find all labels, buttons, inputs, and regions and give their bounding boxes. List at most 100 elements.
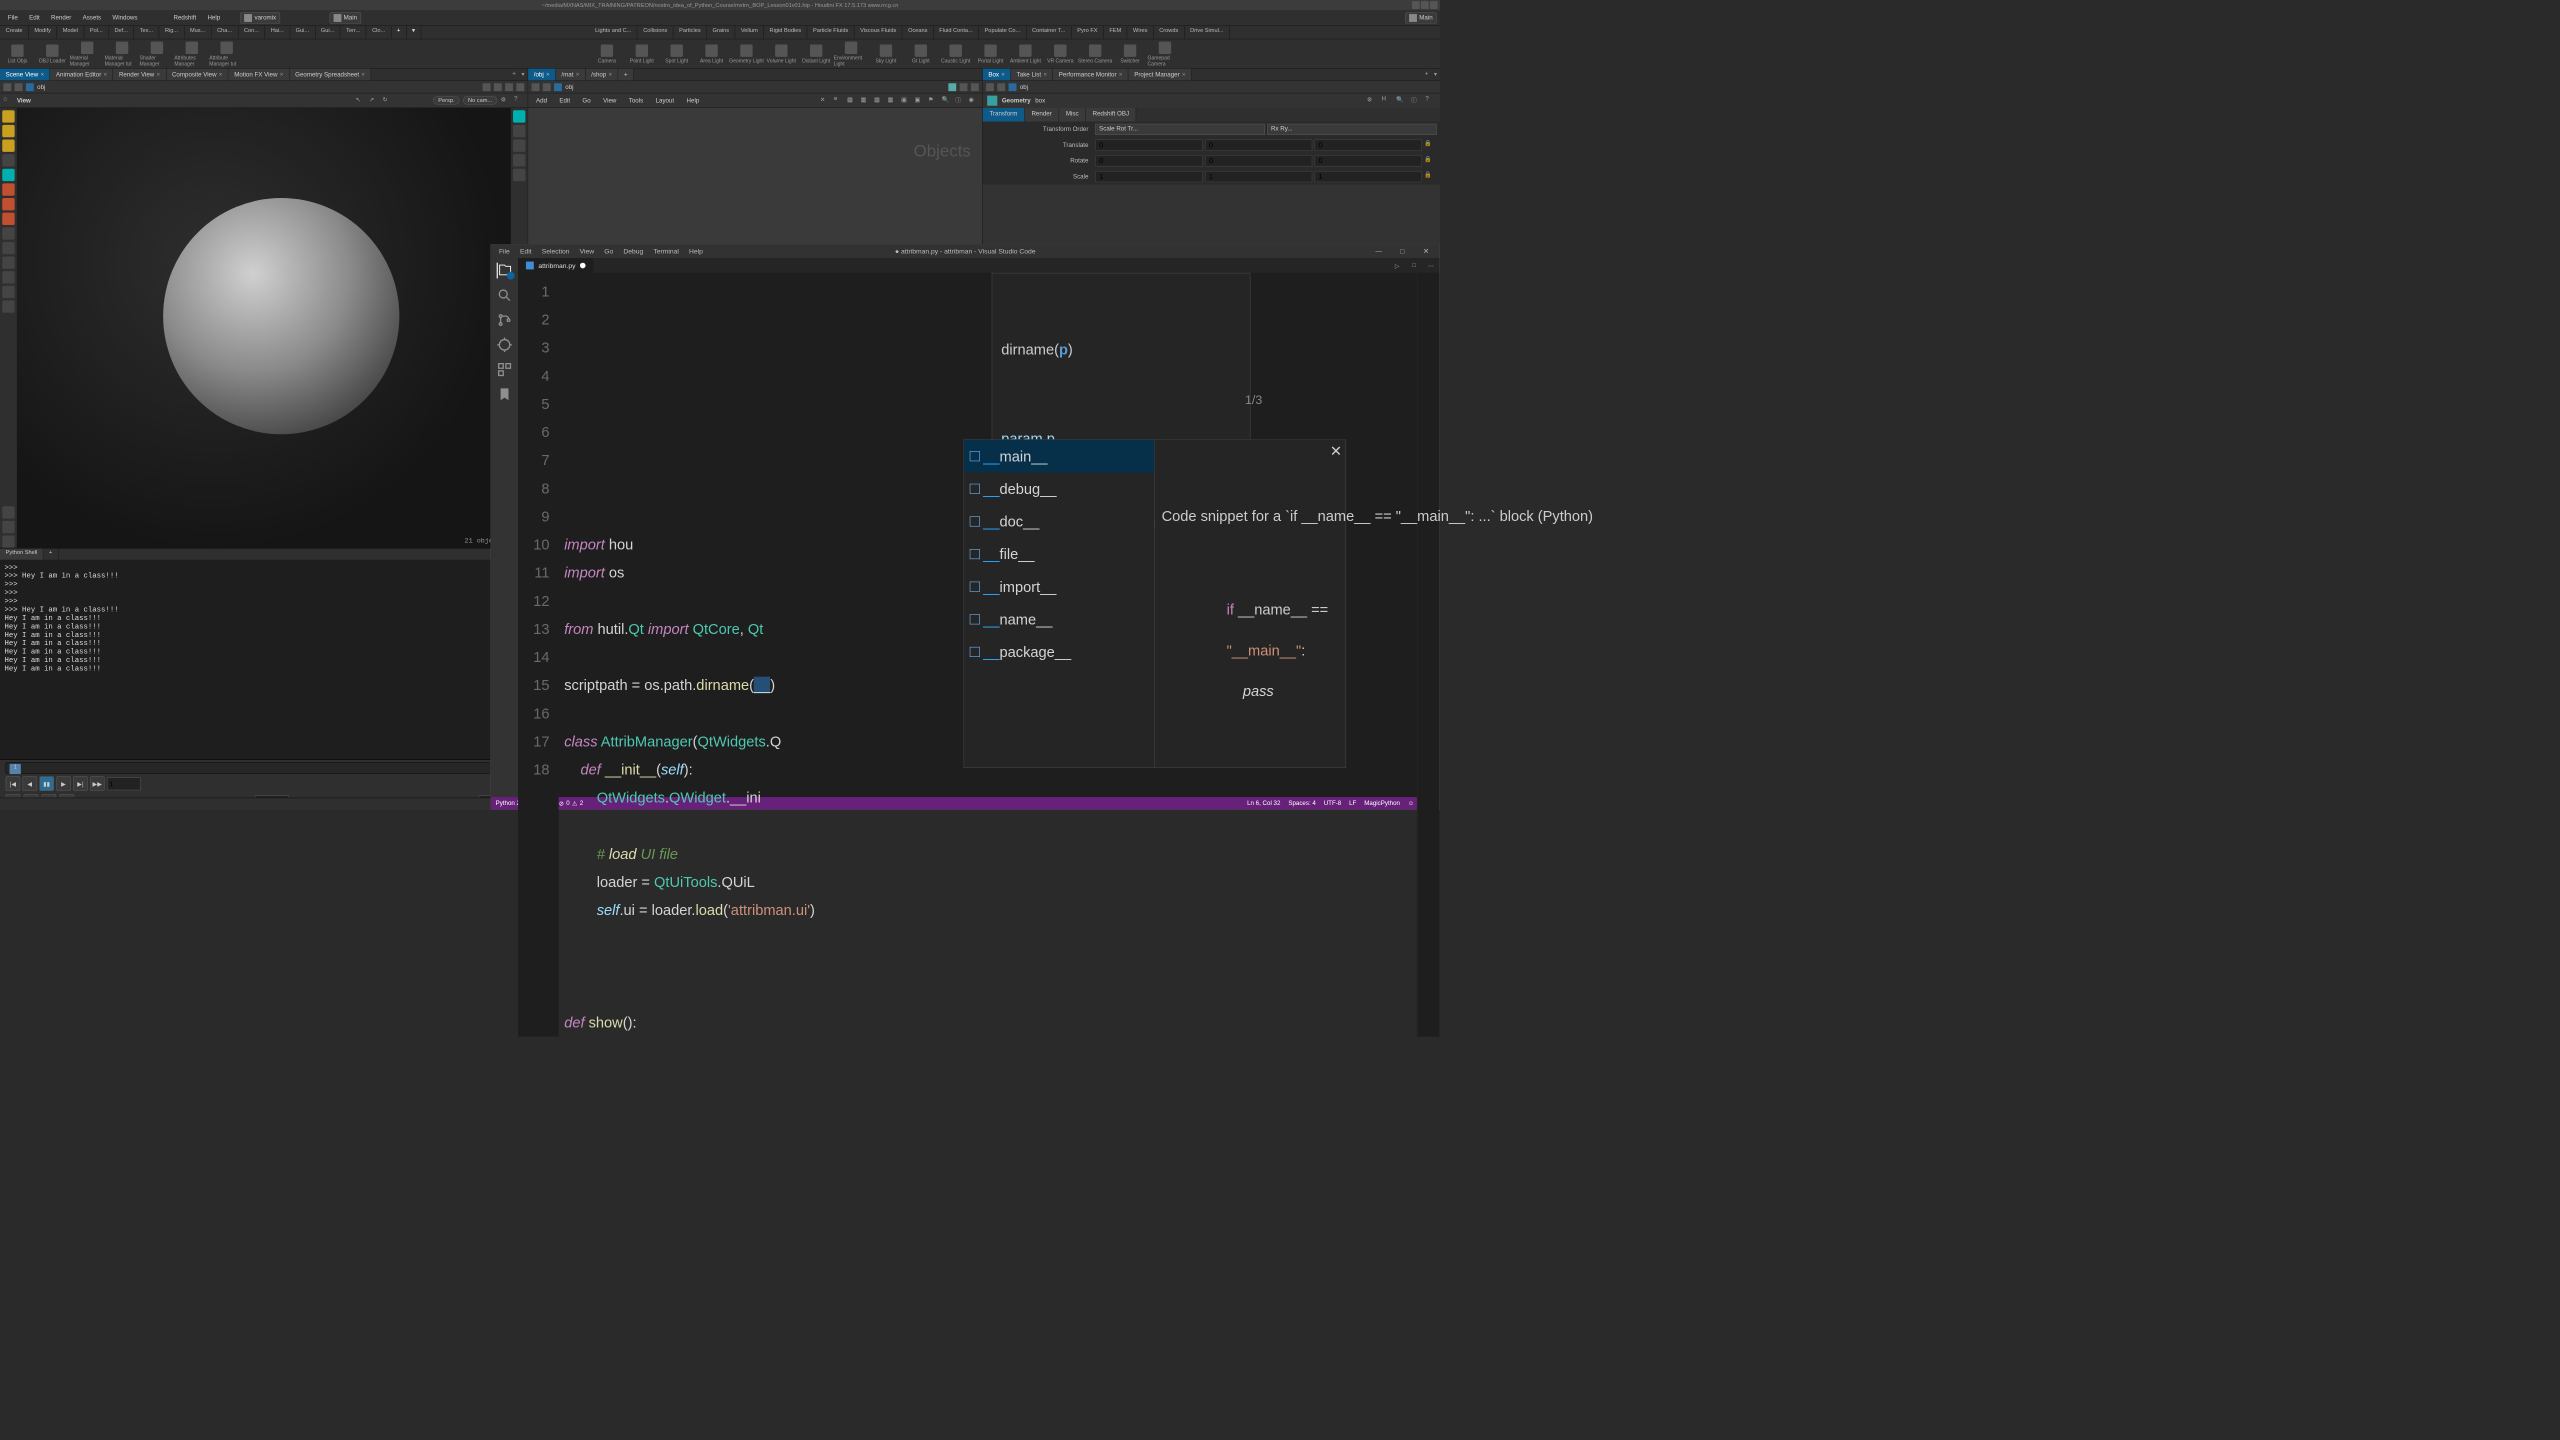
tab-render[interactable]: Render [1025,108,1059,122]
net-grid-icon[interactable]: ▦ [874,95,884,105]
shelf-tab[interactable]: Populate Co... [979,26,1026,39]
menu-file[interactable]: File [3,12,22,23]
sz-input[interactable] [1315,171,1422,182]
close-doc-icon[interactable]: ✕ [1330,441,1342,461]
shelf-tool[interactable]: GI Light [903,39,938,68]
last-frame-button[interactable]: ▶▶ [90,776,105,791]
minimap[interactable] [1417,273,1440,1037]
back-icon[interactable] [3,83,11,91]
vsc-menu-help[interactable]: Help [685,246,708,256]
shelf-tab[interactable]: Con... [238,26,265,39]
vsc-menu-debug[interactable]: Debug [619,246,648,256]
net-tag-icon[interactable]: ▣ [915,95,925,105]
shelf-tab[interactable]: Create [0,26,29,39]
shelf-tool[interactable]: Geometry Light [729,39,764,68]
tool-brush-icon[interactable] [2,227,14,239]
pane-tab[interactable]: Motion FX View× [229,69,290,81]
net-menu-item[interactable]: Layout [651,97,679,104]
shelf-tool[interactable]: Stereo Camera [1078,39,1113,68]
pin2-icon[interactable] [948,83,956,91]
back-icon[interactable] [986,83,994,91]
net-menu-item[interactable]: View [599,97,621,104]
tab-close-icon[interactable]: × [104,71,108,78]
shelf-tab[interactable]: Rig... [159,26,184,39]
console-add-tab[interactable]: + [43,548,58,559]
rx-input[interactable] [1095,155,1202,166]
shelf-tab[interactable]: Container T... [1026,26,1071,39]
tab-close-icon[interactable]: × [157,71,161,78]
viewport[interactable]: 21 objects [17,108,511,548]
shelf-tool[interactable]: Area Light [694,39,729,68]
gear-icon[interactable]: ⚙ [1367,96,1377,106]
search-icon[interactable] [497,287,513,303]
transform-order-dropdown[interactable]: Scale Rot Tr... [1095,123,1265,134]
pane-tab[interactable]: Take List× [1011,69,1053,81]
code-text[interactable]: import houimport os from hutil.Qt import… [559,273,1417,1037]
shelf-tab[interactable]: FEM [1104,26,1128,39]
tool-sep1-icon[interactable] [2,506,14,518]
explorer-icon[interactable] [497,263,513,279]
desktop-chooser-right[interactable]: Main [1405,12,1436,23]
net-tag-icon[interactable]: ▣ [901,95,911,105]
tab-close-icon[interactable]: × [576,71,580,78]
tool-a-icon[interactable] [2,257,14,269]
net-search-icon[interactable]: 🔍 [942,95,952,105]
cog-icon[interactable]: ⚙ [501,95,511,105]
shelf-tool[interactable]: OBJ Loader [35,39,70,68]
path-text[interactable]: obj [1020,84,1028,91]
shelf-tab[interactable]: Oceans [902,26,933,39]
tab-redshift[interactable]: Redshift OBJ [1086,108,1137,122]
more-icon[interactable]: ⋯ [1423,258,1440,273]
vsc-minimize-icon[interactable]: — [1367,245,1390,257]
ty-input[interactable] [1205,139,1312,150]
shelf-tool[interactable]: Point Light [624,39,659,68]
disp-e-icon[interactable] [513,169,525,181]
shelf-tab[interactable]: Crowds [1154,26,1185,39]
shelf-tool[interactable]: Spot Light [659,39,694,68]
sy-input[interactable] [1205,171,1312,182]
tab-close-icon[interactable]: × [219,71,223,78]
tz-input[interactable] [1315,139,1422,150]
shelf-tool[interactable]: VR Camera [1043,39,1078,68]
vsc-menu-selection[interactable]: Selection [537,246,574,256]
help2-icon[interactable]: ? [1425,96,1435,106]
lock-r-icon[interactable]: 🔒 [1424,155,1436,166]
shelf-tab[interactable]: Gui... [290,26,315,39]
tool-rotate-icon[interactable] [2,198,14,210]
net-grid-icon[interactable]: ▦ [888,95,898,105]
pane-tab[interactable]: Render View× [113,69,166,81]
net-flag-icon[interactable]: ⚑ [928,95,938,105]
autocomplete-item[interactable]: __import__ [964,570,1154,603]
tool-c-icon[interactable] [2,286,14,298]
shelf-tab[interactable]: Collisions [638,26,674,39]
home-icon[interactable]: ⌂ [3,95,13,105]
shelf-tab[interactable]: Hai... [265,26,290,39]
pane-tab[interactable]: Animation Editor× [50,69,113,81]
tab-close-icon[interactable]: × [1001,71,1005,78]
disp-c-icon[interactable] [513,140,525,152]
menu-redshift[interactable]: Redshift [169,12,201,23]
shelf-tool[interactable]: Camera [590,39,625,68]
pane-add-icon[interactable]: + [510,69,519,81]
autocomplete-item[interactable]: __debug__ [964,473,1154,506]
shelf-tool[interactable]: Material Manager [70,39,105,68]
autocomplete-item[interactable]: __name__ [964,603,1154,636]
lock-icon[interactable] [505,83,513,91]
tab-close-icon[interactable]: × [1043,71,1047,78]
vsc-menu-edit[interactable]: Edit [515,246,536,256]
lock-t-icon[interactable]: 🔒 [1424,139,1436,150]
tool-view-icon[interactable] [2,169,14,181]
pointer-icon[interactable]: ↗ [369,95,379,105]
shelf-tab[interactable]: Particles [673,26,706,39]
tool-snap-icon[interactable] [2,242,14,254]
tab-transform[interactable]: Transform [983,108,1025,122]
maximize-icon[interactable] [1421,1,1429,9]
path-text[interactable]: obj [565,84,573,91]
vsc-menu-view[interactable]: View [575,246,599,256]
disp-b-icon[interactable] [513,125,525,137]
autocomplete-list[interactable]: __main____debug____doc____file____import… [964,439,1155,767]
net-menu-item[interactable]: Add [532,97,552,104]
shelf-tab[interactable]: Vellum [735,26,764,39]
vsc-maximize-icon[interactable]: □ [1391,245,1414,257]
desktop-chooser-main[interactable]: Main [330,12,361,23]
